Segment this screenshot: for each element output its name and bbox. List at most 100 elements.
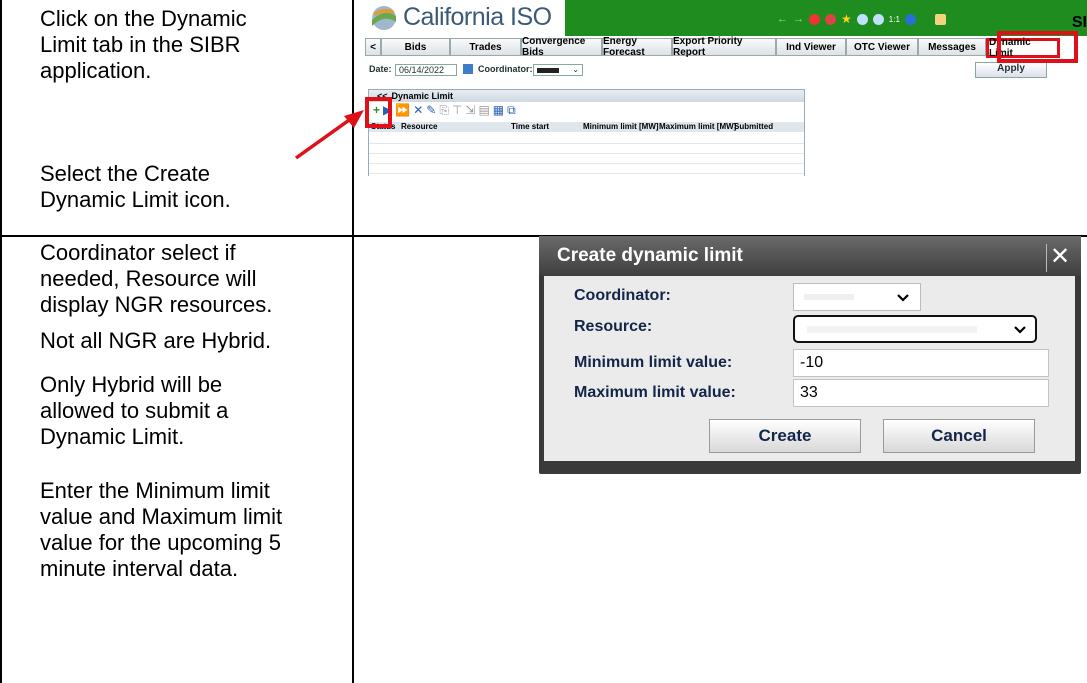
favorite-star-icon[interactable]: ★ [841, 12, 852, 26]
chevron-down-icon [897, 294, 909, 302]
grid-empty-row [369, 164, 804, 174]
tab-scroll-left[interactable]: < [365, 38, 381, 56]
back-arrow-icon[interactable]: ← [777, 13, 788, 25]
column-time-start[interactable]: Time start [511, 122, 549, 131]
redacted-value [804, 294, 854, 300]
maximum-limit-input[interactable]: 33 [793, 379, 1049, 407]
tab-convergence-bids[interactable]: Convergence Bids [521, 36, 602, 58]
instruction-line: Coordinator select if [40, 240, 236, 265]
tab-messages[interactable]: Messages [918, 38, 986, 56]
table-left-border [0, 0, 2, 683]
submit-all-icon[interactable]: ⏩ [395, 103, 410, 117]
forward-arrow-icon[interactable]: → [793, 13, 804, 25]
delete-icon[interactable]: ✕ [413, 103, 423, 117]
stop-icon[interactable] [809, 13, 820, 25]
close-icon[interactable]: ✕ [1046, 244, 1073, 272]
chevron-down-icon [1014, 326, 1026, 334]
resource-dropdown[interactable] [793, 315, 1037, 343]
export-icon[interactable]: ⇲ [465, 103, 475, 117]
tab-trades[interactable]: Trades [450, 38, 521, 56]
date-label: Date: [369, 64, 392, 74]
column-resource[interactable]: Resource [401, 122, 437, 131]
zoom-in-icon[interactable] [856, 13, 868, 25]
tab-export-priority-report[interactable]: Export Priority Report [672, 36, 776, 58]
create-dynamic-limit-dialog: Create dynamic limit ✕ Coordinator: Reso… [539, 236, 1081, 474]
panel-header: << Dynamic Limit [369, 90, 804, 102]
instruction-line: Not all NGR are Hybrid. [40, 328, 272, 353]
instruction-line: Dynamic Limit icon. [40, 187, 231, 212]
print-icon[interactable]: ▤ [478, 103, 489, 117]
columns-icon[interactable]: ▦ [493, 103, 504, 117]
coordinator-select[interactable]: ⌄ [533, 64, 583, 76]
popout-icon[interactable]: ⧉ [507, 103, 516, 118]
instruction-line: value for the upcoming 5 [40, 530, 281, 555]
red-arrow-icon [294, 110, 364, 160]
redacted-value [807, 326, 977, 333]
instruction-coordinator-note: Coordinator select if needed, Resource w… [40, 240, 272, 318]
chevron-down-icon: ⌄ [572, 65, 579, 74]
resource-field-label: Resource: [574, 318, 653, 335]
cancel-button[interactable]: Cancel [883, 419, 1035, 453]
instruction-ngr-note: Not all NGR are Hybrid. [40, 328, 271, 354]
sibr-header: California ISO ← → ★ 1:1 SI [365, 0, 1087, 36]
tab-ind-viewer[interactable]: Ind Viewer [776, 38, 846, 56]
instruction-line: minute interval data. [40, 556, 239, 581]
sibr-corner-text: SI [1071, 14, 1087, 31]
minimum-limit-input[interactable]: -10 [793, 349, 1049, 377]
instruction-hybrid-note: Only Hybrid will be allowed to submit a … [40, 372, 228, 450]
instruction-line: application. [40, 58, 152, 83]
clipboard-icon[interactable] [934, 13, 946, 25]
sibr-brand: California ISO [403, 3, 552, 31]
toolbar-icons: ← → ★ 1:1 [777, 12, 946, 26]
instruction-step-2: Select the Create Dynamic Limit icon. [40, 161, 231, 213]
tab-otc-viewer[interactable]: OTC Viewer [846, 38, 918, 56]
instruction-line: Select the Create [40, 161, 210, 186]
sibr-tab-bar: < Bids Trades Convergence Bids Energy Fo… [365, 36, 1087, 59]
coordinator-field-label: Coordinator: [574, 287, 671, 304]
column-maximum-limit[interactable]: Maximum limit [MW] [659, 122, 736, 131]
instruction-line: Only Hybrid will be [40, 372, 223, 397]
column-minimum-limit[interactable]: Minimum limit [MW] [583, 122, 659, 131]
dialog-titlebar: Create dynamic limit ✕ [539, 236, 1081, 276]
refresh-icon[interactable] [825, 13, 836, 25]
coordinator-dropdown[interactable] [793, 283, 921, 311]
instruction-enter-limits: Enter the Minimum limit value and Maximu… [40, 478, 282, 582]
instruction-line: display NGR resources. [40, 292, 273, 317]
highlight-dynamic-limit-tab [997, 31, 1078, 63]
grid-empty-row [369, 144, 804, 154]
zoom-out-icon[interactable] [872, 13, 884, 25]
copy-icon[interactable]: ⎘ [439, 103, 449, 118]
minimum-limit-label: Minimum limit value: [574, 354, 733, 371]
instruction-line: needed, Resource will [40, 266, 257, 291]
date-input[interactable]: 06/14/2022 [395, 64, 457, 76]
instruction-line: value and Maximum limit [40, 504, 283, 529]
actual-size-icon[interactable]: 1:1 [889, 15, 900, 24]
calendar-icon[interactable] [463, 64, 473, 74]
filter-icon[interactable]: ⊤ [452, 103, 462, 117]
instruction-line: Click on the Dynamic [40, 6, 247, 31]
create-button[interactable]: Create [709, 419, 861, 453]
dynamic-limit-panel: << Dynamic Limit + ▶ ⏩ ✕ ✎ ⎘ ⊤ ⇲ ▤ ▦ ⧉ St… [368, 89, 805, 176]
instruction-line: Enter the Minimum limit [40, 478, 270, 503]
filter-bar: Date: 06/14/2022 Coordinator: ⌄ Apply [365, 62, 1087, 78]
column-submitted[interactable]: Submitted [734, 122, 773, 131]
instruction-line: Dynamic Limit. [40, 424, 185, 449]
tab-bids[interactable]: Bids [381, 38, 450, 56]
california-iso-logo-icon [372, 6, 396, 30]
instruction-line: allowed to submit a [40, 398, 229, 423]
panel-toolbar: + ▶ ⏩ ✕ ✎ ⎘ ⊤ ⇲ ▤ ▦ ⧉ [369, 102, 804, 118]
dialog-body: Coordinator: Resource: Minimum limit val… [544, 276, 1075, 461]
edit-icon[interactable]: ✎ [426, 103, 436, 117]
grid-header: Status Resource Time start Minimum limit… [369, 122, 804, 132]
sibr-screenshot: California ISO ← → ★ 1:1 SI < Bids Trade… [365, 0, 1087, 176]
redacted-value [537, 68, 559, 73]
tab-energy-forecast[interactable]: Energy Forecast [602, 36, 672, 58]
help-icon[interactable] [904, 13, 916, 25]
instruction-step-1: Click on the Dynamic Limit tab in the SI… [40, 6, 247, 84]
table-column-divider [352, 0, 354, 683]
dialog-title: Create dynamic limit [557, 245, 743, 266]
coordinator-label: Coordinator: [478, 64, 533, 74]
apply-button[interactable]: Apply [975, 62, 1047, 78]
grid-empty-row [369, 134, 804, 144]
grid-empty-row [369, 154, 804, 164]
